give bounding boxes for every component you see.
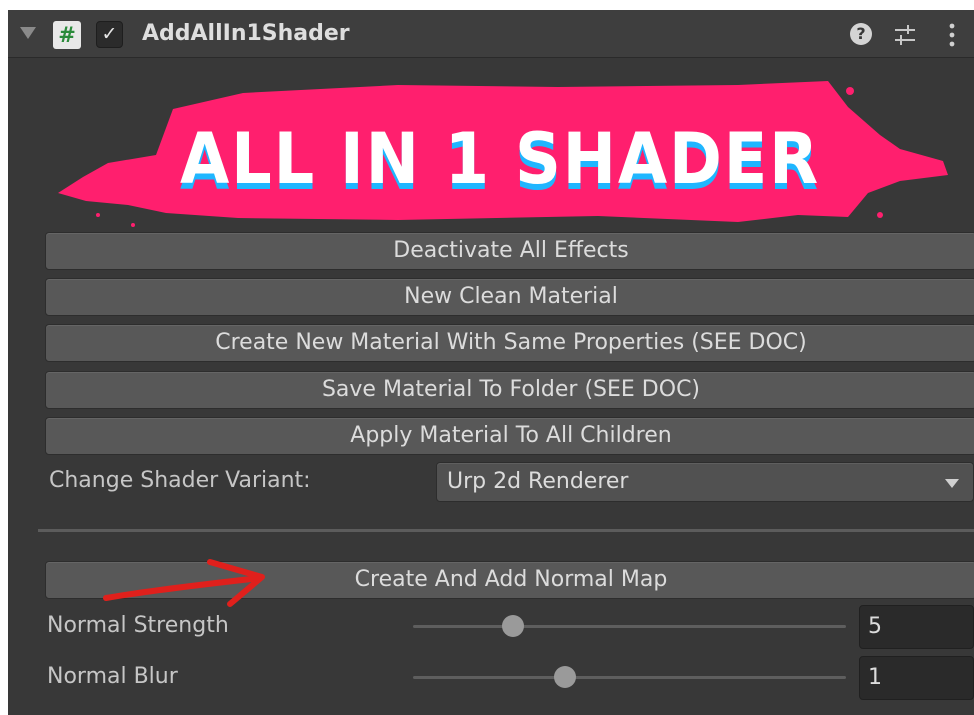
normal-strength-field[interactable]: 5 bbox=[859, 605, 974, 649]
component-header[interactable]: # ✓ AddAllIn1Shader ? bbox=[8, 10, 974, 58]
section-divider bbox=[38, 529, 974, 532]
create-material-same-properties-button[interactable]: Create New Material With Same Properties… bbox=[45, 324, 974, 362]
normal-blur-slider-thumb[interactable] bbox=[553, 666, 576, 688]
deactivate-all-effects-button[interactable]: Deactivate All Effects bbox=[45, 232, 974, 270]
shader-variant-dropdown[interactable]: Urp 2d Renderer bbox=[436, 462, 974, 502]
all-in-1-shader-logo: ALL IN 1 SHADER ALL IN 1 SHADER bbox=[58, 81, 948, 227]
component-enabled-checkbox[interactable]: ✓ bbox=[96, 21, 123, 48]
normal-blur-slider-track[interactable] bbox=[413, 676, 846, 679]
shader-variant-label: Change Shader Variant: bbox=[49, 468, 311, 493]
normal-blur-label: Normal Blur bbox=[47, 664, 178, 689]
component-title: AddAllIn1Shader bbox=[142, 21, 350, 46]
new-clean-material-button[interactable]: New Clean Material bbox=[45, 278, 974, 316]
normal-blur-field[interactable]: 1 bbox=[859, 656, 974, 700]
normal-strength-label: Normal Strength bbox=[47, 613, 229, 638]
help-icon[interactable]: ? bbox=[850, 23, 872, 45]
normal-strength-slider-track[interactable] bbox=[413, 625, 846, 628]
shader-variant-value: Urp 2d Renderer bbox=[447, 469, 629, 494]
red-arrow-annotation bbox=[103, 559, 265, 607]
kebab-menu-icon[interactable] bbox=[942, 22, 962, 48]
script-icon: # bbox=[53, 21, 81, 49]
save-material-to-folder-button[interactable]: Save Material To Folder (SEE DOC) bbox=[45, 371, 974, 409]
presets-icon[interactable] bbox=[892, 22, 918, 48]
foldout-arrow-icon[interactable] bbox=[20, 27, 36, 39]
normal-strength-slider-thumb[interactable] bbox=[501, 615, 524, 637]
inspector-panel: # ✓ AddAllIn1Shader ? ALL IN 1 SHADER AL… bbox=[8, 10, 974, 715]
apply-material-to-children-button[interactable]: Apply Material To All Children bbox=[45, 417, 974, 455]
dropdown-arrow-icon bbox=[945, 479, 959, 488]
logo-text: ALL IN 1 SHADER bbox=[180, 118, 820, 200]
